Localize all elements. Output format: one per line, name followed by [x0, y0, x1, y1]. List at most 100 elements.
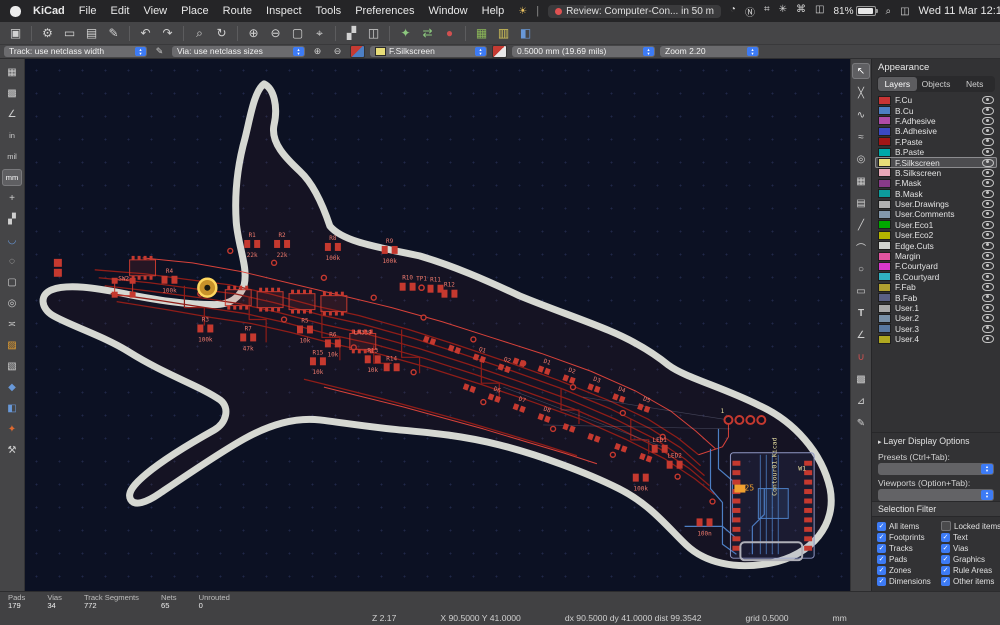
filter-pads[interactable]: ✓Pads	[877, 555, 939, 564]
layer-row-user-comments[interactable]: User.Comments	[875, 209, 997, 219]
zone-fill-mode[interactable]: ▧	[2, 358, 22, 375]
undo-button[interactable]: ↶	[135, 24, 156, 42]
filter-graphics[interactable]: ✓Graphics	[941, 555, 1000, 564]
layer-row-b-cu[interactable]: B.Cu	[875, 105, 997, 115]
net-highlight-toggle[interactable]: ◌	[2, 253, 22, 270]
object-visibility-button[interactable]: ▥	[493, 24, 514, 42]
drawing-sheet-tool[interactable]: ✎	[852, 415, 870, 431]
menu-bar-clock[interactable]: Wed 11 Mar 12:10 PM	[919, 5, 1000, 17]
zone-tool[interactable]: ▦	[852, 173, 870, 189]
footprint[interactable]	[321, 292, 347, 316]
layer-color-swatch[interactable]	[878, 252, 891, 261]
cursor-style-toggle[interactable]: +	[2, 190, 22, 207]
footprint[interactable]	[225, 286, 251, 310]
layer-color-swatch[interactable]	[878, 200, 891, 209]
page-settings-button[interactable]: ▭	[59, 24, 80, 42]
layer-color-swatch[interactable]	[878, 241, 891, 250]
layer-display-options[interactable]: ▸Layer Display Options	[872, 432, 1000, 449]
inactive-layer-display[interactable]: ◆	[2, 379, 22, 396]
filter-rule-areas[interactable]: ✓Rule Areas	[941, 566, 1000, 575]
zoom-in-button[interactable]: ⊕	[243, 24, 264, 42]
footprint[interactable]	[54, 259, 62, 277]
footprint[interactable]	[130, 256, 156, 280]
layer-visibility-eye-icon[interactable]	[982, 304, 994, 312]
arc-tool[interactable]: ⌒	[852, 239, 870, 255]
layer-visibility-eye-icon[interactable]	[982, 159, 994, 167]
units-mils[interactable]: mil	[2, 148, 22, 165]
via-size-dropdown[interactable]: Via: use netclass sizes▴▾	[172, 46, 305, 57]
layer-visibility-eye-icon[interactable]	[982, 127, 994, 135]
layer-color-swatch[interactable]	[878, 168, 891, 177]
control-center-icon[interactable]: ◫	[900, 6, 909, 17]
layer-visibility-eye-icon[interactable]	[982, 242, 994, 250]
layer-visibility-eye-icon[interactable]	[982, 96, 994, 104]
layer-row-user-eco2[interactable]: User.Eco2	[875, 230, 997, 240]
board-setup-button[interactable]: ⚙	[37, 24, 58, 42]
grid-visibility-toggle[interactable]: ▦	[2, 64, 22, 81]
units-inches[interactable]: in	[2, 127, 22, 144]
menu-tools[interactable]: Tools	[316, 5, 342, 17]
diff-pair-tool[interactable]: ≈	[852, 129, 870, 145]
layer-row-f-paste[interactable]: F.Paste	[875, 137, 997, 147]
zone-display-mode[interactable]: ▨	[2, 337, 22, 354]
route-tracks-tool[interactable]: ╳	[852, 85, 870, 101]
layer-color-swatch[interactable]	[878, 324, 891, 333]
layer-row-f-silkscreen[interactable]: F.Silkscreen	[875, 157, 997, 167]
layer-color-swatch[interactable]	[878, 293, 891, 302]
layer-visibility-eye-icon[interactable]	[982, 294, 994, 302]
zoom-out-icon[interactable]: ⊖	[330, 46, 345, 57]
via-tool[interactable]: ◎	[852, 151, 870, 167]
measure-tool[interactable]: ⊿	[852, 393, 870, 409]
menu-file[interactable]: File	[79, 5, 97, 17]
viewports-dropdown[interactable]: ▴▾	[878, 489, 994, 501]
filter-dimensions[interactable]: ✓Dimensions	[877, 577, 939, 586]
layer-visibility-eye-icon[interactable]	[982, 107, 994, 115]
pad-display-mode[interactable]: ▢	[2, 274, 22, 291]
grid-dropdown[interactable]: 0.5000 mm (19.69 mils)▴▾	[512, 46, 655, 57]
layer-color-swatch[interactable]	[878, 116, 891, 125]
layer-color-swatch[interactable]	[878, 335, 891, 344]
layer-row-user-4[interactable]: User.4	[875, 334, 997, 344]
status-icon-0[interactable]: ◔	[730, 4, 736, 19]
properties-panel-toggle[interactable]: ⚒	[2, 442, 22, 459]
menu-view[interactable]: View	[143, 5, 167, 17]
layer-color-swatch[interactable]	[878, 189, 891, 198]
curved-ratsnest-toggle[interactable]: ◡	[2, 232, 22, 249]
layer-contrast-icon[interactable]	[492, 45, 507, 58]
layer-row-f-mask[interactable]: F.Mask	[875, 178, 997, 188]
drc-button[interactable]: ●	[439, 24, 460, 42]
layer-color-swatch[interactable]	[878, 314, 891, 323]
tune-length-tool[interactable]: ∿	[852, 107, 870, 123]
filter-zones[interactable]: ✓Zones	[877, 566, 939, 575]
layer-row-b-adhesive[interactable]: B.Adhesive	[875, 126, 997, 136]
layer-row-b-fab[interactable]: B.Fab	[875, 292, 997, 302]
layer-visibility-eye-icon[interactable]	[982, 262, 994, 270]
layer-color-swatch[interactable]	[878, 179, 891, 188]
layer-pair-indicator-icon[interactable]	[350, 45, 365, 58]
layer-color-swatch[interactable]	[878, 304, 891, 313]
layer-color-swatch[interactable]	[878, 96, 891, 105]
menu-window[interactable]: Window	[429, 5, 468, 17]
layer-row-user-3[interactable]: User.3	[875, 324, 997, 334]
filter-all-items[interactable]: ✓All items	[877, 521, 939, 531]
layer-visibility-eye-icon[interactable]	[982, 117, 994, 125]
layer-color-swatch[interactable]	[878, 158, 891, 167]
circle-tool[interactable]: ○	[852, 261, 870, 277]
footprint[interactable]	[257, 288, 283, 312]
zoom-out-button[interactable]: ⊖	[265, 24, 286, 42]
presets-dropdown[interactable]: ▴▾	[878, 463, 994, 475]
ratsnest-button[interactable]: ▞	[341, 24, 362, 42]
filter-locked-items[interactable]: Locked items	[941, 521, 1000, 531]
layer-row-b-mask[interactable]: B.Mask	[875, 189, 997, 199]
filter-tracks[interactable]: ✓Tracks	[877, 544, 939, 553]
layer-visibility-eye-icon[interactable]	[982, 148, 994, 156]
layer-color-swatch[interactable]	[878, 220, 891, 229]
zoom-in-icon[interactable]: ⊕	[310, 46, 325, 57]
menu-preferences[interactable]: Preferences	[355, 5, 414, 17]
zoom-fit-button[interactable]: ▢	[287, 24, 308, 42]
zoom-selection-button[interactable]: ⌖	[309, 24, 330, 42]
status-icon-2[interactable]: ⌗	[764, 4, 770, 19]
status-icon-3[interactable]: ✳	[779, 4, 787, 19]
active-layer-dropdown[interactable]: F.Silkscreen▴▾	[370, 46, 487, 57]
layer-row-b-paste[interactable]: B.Paste	[875, 147, 997, 157]
